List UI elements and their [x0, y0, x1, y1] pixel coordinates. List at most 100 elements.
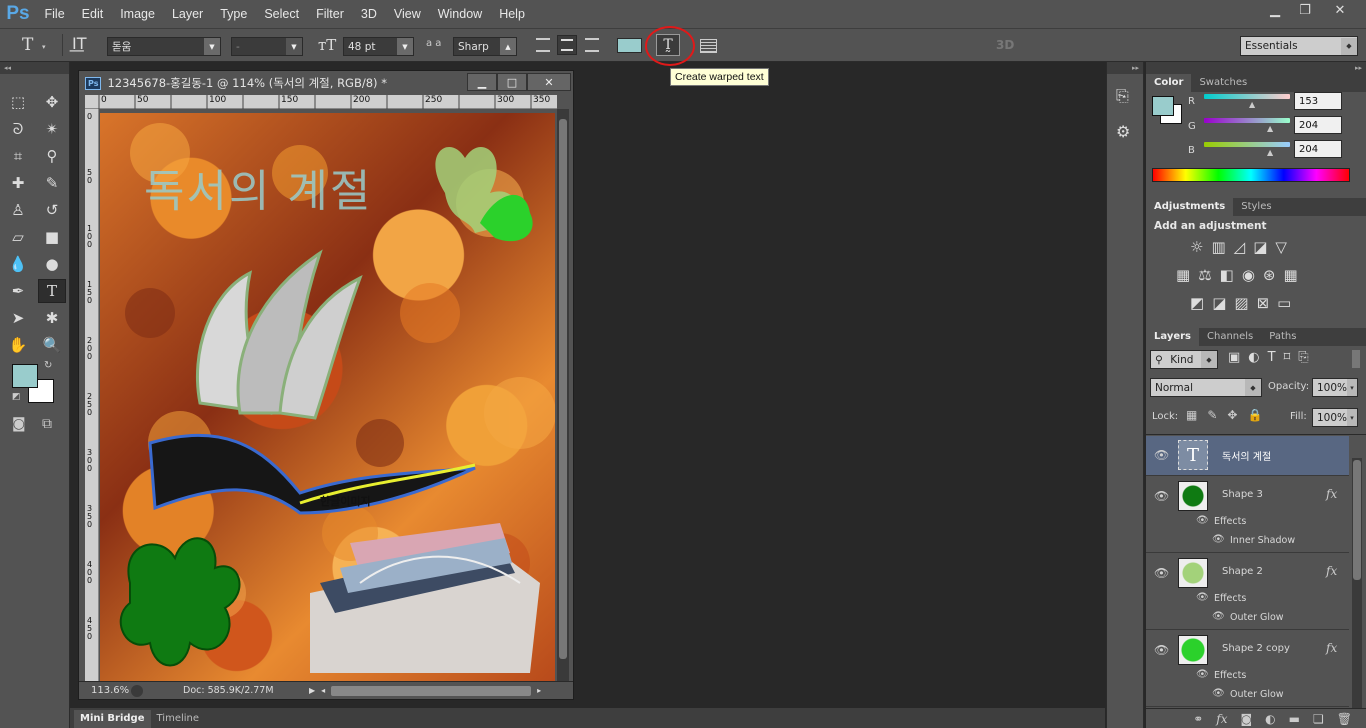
tab-adjustments[interactable]: Adjustments — [1146, 198, 1234, 216]
layer-row[interactable]: 👁 Shape 3 fx 👁 Effects 👁 Inner Shadow — [1146, 477, 1349, 553]
layer-name[interactable]: 독서의 계절 — [1222, 448, 1271, 463]
color-fg-swatch[interactable] — [1152, 96, 1174, 116]
pen-tool-icon[interactable]: ✒ — [4, 279, 32, 303]
lock-transparent-icon[interactable]: ▦ — [1186, 408, 1197, 422]
foreground-color-swatch[interactable] — [12, 364, 38, 388]
menu-type[interactable]: Type — [212, 0, 256, 28]
minimize-button[interactable]: ▁ — [1258, 0, 1292, 20]
healing-brush-tool-icon[interactable]: ✚ — [4, 171, 32, 195]
zoom-tool-icon[interactable]: 🔍 — [38, 333, 66, 357]
menu-select[interactable]: Select — [256, 0, 308, 28]
curves-icon[interactable]: ◿ — [1234, 238, 1246, 256]
color-balance-icon[interactable]: ⚖ — [1198, 266, 1211, 284]
black-white-icon[interactable]: ◧ — [1220, 266, 1234, 284]
actions-panel-icon[interactable]: ⚙ — [1116, 122, 1134, 141]
layer-name[interactable]: Shape 3 — [1222, 489, 1263, 500]
gradient-tool-icon[interactable]: ■ — [38, 225, 66, 249]
eye-icon[interactable]: 👁 — [1154, 448, 1169, 462]
magic-wand-tool-icon[interactable]: ✴ — [38, 117, 66, 141]
g-slider[interactable] — [1204, 118, 1290, 123]
trash-icon[interactable]: 🗑 — [1337, 712, 1352, 726]
quick-mask-icon[interactable]: ◙ — [12, 416, 26, 432]
eye-icon[interactable]: 👁 — [1154, 566, 1169, 580]
new-layer-icon[interactable]: ❏ — [1313, 712, 1324, 726]
menu-3d[interactable]: 3D — [352, 0, 385, 28]
r-slider[interactable] — [1204, 94, 1290, 99]
doc-close-button[interactable]: ✕ — [527, 73, 571, 91]
selective-color-icon[interactable]: ⊠ — [1257, 294, 1270, 312]
text-color-swatch[interactable] — [617, 38, 642, 53]
filter-toggle[interactable] — [1352, 350, 1360, 368]
fx-badge[interactable]: fx — [1326, 564, 1337, 578]
doc-minimize-button[interactable]: ▁ — [467, 73, 497, 91]
doc-maximize-button[interactable]: □ — [497, 73, 527, 91]
tab-layers[interactable]: Layers — [1146, 328, 1199, 346]
color-lookup-icon[interactable]: ▦ — [1284, 266, 1298, 284]
menu-file[interactable]: File — [36, 0, 73, 28]
menu-help[interactable]: Help — [491, 0, 534, 28]
screen-mode-icon[interactable]: ⧉ — [42, 416, 52, 432]
layer-name[interactable]: Shape 2 — [1222, 566, 1263, 577]
move-tool-icon[interactable]: ✥ — [38, 90, 66, 114]
marquee-tool-icon[interactable]: ⬚ — [4, 90, 32, 114]
swap-colors-icon[interactable]: ↻ — [44, 360, 52, 371]
layer-row[interactable]: 👁 Shape 2 fx 👁 Effects 👁 Outer Glow — [1146, 554, 1349, 630]
fx-badge[interactable]: fx — [1326, 641, 1337, 655]
eye-icon[interactable]: 👁 — [1212, 688, 1225, 699]
eye-icon[interactable]: 👁 — [1212, 534, 1225, 545]
status-menu-icon[interactable] — [131, 684, 143, 697]
b-slider-handle[interactable]: ▲ — [1267, 148, 1273, 157]
dodge-tool-icon[interactable]: ● — [38, 252, 66, 276]
collapse-icon[interactable]: ▸▸ — [1107, 62, 1143, 74]
b-value[interactable]: 204 — [1294, 140, 1342, 158]
layer-filter-kind-select[interactable]: ⚲ Kind ◆ — [1150, 350, 1218, 369]
r-value[interactable]: 153 — [1294, 92, 1342, 110]
color-spectrum-bar[interactable] — [1152, 168, 1350, 182]
font-size-select[interactable]: 48 pt ▼ — [343, 37, 414, 56]
levels-icon[interactable]: ▥ — [1211, 238, 1225, 256]
scrollbar-thumb[interactable] — [1353, 460, 1361, 580]
canvas-title-text[interactable]: 독서의 계절 — [144, 155, 372, 219]
menu-view[interactable]: View — [385, 0, 429, 28]
filter-pixel-icon[interactable]: ▣ — [1228, 350, 1240, 365]
zoom-level[interactable]: 113.6% — [91, 685, 131, 696]
character-panel-icon[interactable] — [700, 39, 717, 53]
tab-channels[interactable]: Channels — [1199, 328, 1261, 346]
blur-tool-icon[interactable]: 💧 — [4, 252, 32, 276]
mask-icon[interactable]: ◙ — [1241, 712, 1253, 726]
align-center-button[interactable] — [557, 35, 577, 55]
crop-tool-icon[interactable]: ⌗ — [4, 144, 32, 168]
tab-mini-bridge[interactable]: Mini Bridge — [74, 710, 151, 728]
type-tool-icon[interactable]: T — [38, 279, 66, 303]
font-style-select[interactable]: - ▼ — [231, 37, 303, 56]
gradient-map-icon[interactable]: ▽ — [1275, 238, 1287, 256]
menu-image[interactable]: Image — [112, 0, 164, 28]
b-slider[interactable] — [1204, 142, 1290, 147]
horizontal-scrollbar-thumb[interactable] — [331, 685, 532, 696]
tab-timeline[interactable]: Timeline — [151, 710, 206, 728]
filter-adjustment-icon[interactable]: ◐ — [1248, 350, 1259, 365]
lasso-tool-icon[interactable]: ᘐ — [4, 117, 32, 141]
fx-icon[interactable]: fx — [1216, 712, 1227, 726]
exposure-icon[interactable]: ◪ — [1253, 238, 1267, 256]
lock-all-icon[interactable]: 🔒 — [1247, 408, 1262, 422]
menu-filter[interactable]: Filter — [308, 0, 353, 28]
tab-paths[interactable]: Paths — [1261, 328, 1304, 346]
layer-name[interactable]: Shape 2 copy — [1222, 643, 1290, 654]
3d-label[interactable]: 3D — [996, 38, 1014, 52]
filter-shape-icon[interactable]: ⌑ — [1284, 350, 1291, 365]
history-panel-icon[interactable]: ⎘ — [1116, 86, 1134, 106]
adjustment-icon[interactable]: ◐ — [1265, 712, 1275, 726]
eye-icon[interactable]: 👁 — [1196, 592, 1209, 603]
fx-badge[interactable]: fx — [1326, 487, 1337, 501]
scrollbar-thumb[interactable] — [559, 119, 567, 659]
layer-row[interactable]: 👁 T 독서의 계절 — [1146, 436, 1349, 476]
toggle-orientation-icon[interactable]: I͟T — [72, 34, 87, 53]
brightness-icon[interactable]: ☼ — [1190, 238, 1203, 256]
folder-icon[interactable]: ▬ — [1289, 712, 1300, 726]
filter-type-icon[interactable]: T — [1268, 350, 1276, 365]
brush-tool-icon[interactable]: ✎ — [38, 171, 66, 195]
r-slider-handle[interactable]: ▲ — [1249, 100, 1255, 109]
path-selection-tool-icon[interactable]: ➤ — [4, 306, 32, 330]
opacity-field[interactable]: 100% ▾ — [1312, 378, 1358, 397]
